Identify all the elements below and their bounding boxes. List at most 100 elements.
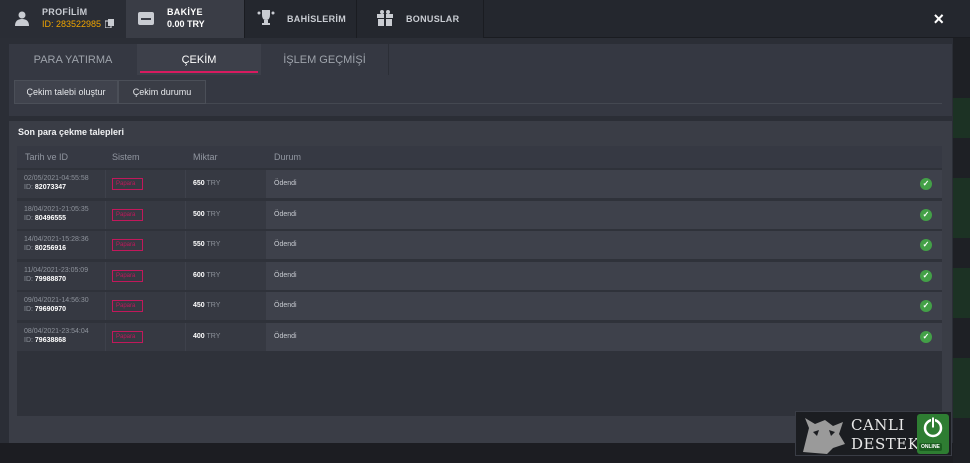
row-id-value: 80256916 [34,245,67,252]
row-currency: TRY [206,332,221,340]
balance-value: 0.00 TRY [167,19,205,29]
row-id-value: 79690970 [34,306,67,313]
background-strip [953,38,970,463]
row-amount: 450 TRY [193,302,220,309]
wolf-logo-icon [803,418,845,454]
section-title: Son para çekme talepleri [18,127,125,137]
row-date: 11/04/2021-23:05:09 [24,266,89,274]
gift-icon [377,10,393,26]
copy-icon[interactable] [105,19,114,28]
account-modal: PROFİLİM ID: 283522985 BAKİYE 0.00 TRY B… [0,0,970,463]
column-status: Durum [274,152,302,162]
system-badge: Papara [112,178,143,190]
row-amount: 400 TRY [193,333,220,340]
wallet-icon [138,12,154,25]
row-amount-value: 550 [193,241,205,248]
close-icon[interactable]: × [933,9,944,30]
bets-label: BAHİSLERİM [287,14,346,24]
row-currency: TRY [206,271,221,279]
system-badge: Papara [112,269,143,282]
row-amount-value: 500 [193,210,205,218]
row-id-label: ID: [24,306,33,313]
row-amount-value: 650 [193,180,205,187]
table-row: 02/05/2021-04:55:58 ID: 82073347 Papara 650… [17,170,942,198]
row-currency: TRY [206,210,221,218]
tab-withdraw[interactable]: ÇEKİM [137,44,261,75]
table-row: 18/04/2021-21:05:35 ID: 80496555 Papara 500… [17,200,942,229]
tab-deposit[interactable]: PARA YATIRMA [9,44,137,75]
table-row: 11/04/2021-23:05:09 ID: 79988870 Papara 600… [17,261,942,290]
nav-my-bets[interactable]: BAHİSLERİM [244,0,356,38]
row-id-label: ID: [24,275,33,283]
table-row: 14/04/2021-15:28:36 ID: 80256916 Papara 550… [17,231,942,259]
row-id: ID: 80496555 [24,215,66,222]
row-status: Ödendi [274,180,297,187]
profile-id: ID: 283522985 [42,19,102,29]
row-id-label: ID: [24,214,33,222]
row-id: ID: 79638868 [24,337,66,344]
check-icon: ✓ [920,178,932,190]
check-icon: ✓ [920,239,932,251]
row-id: ID: 82073347 [24,184,66,191]
row-id-label: ID: [24,184,33,191]
row-status: Ödendi [274,241,297,248]
row-amount: 600 TRY [193,272,220,279]
row-status: Ödendi [274,210,297,218]
column-amount: Miktar [193,152,218,162]
row-amount: 550 TRY [193,241,220,248]
main-tabs: PARA YATIRMA ÇEKİM İŞLEM GEÇMİŞİ [9,44,952,75]
tab-history[interactable]: İŞLEM GEÇMİŞİ [261,44,389,75]
row-amount-value: 600 [193,271,205,279]
row-status: Ödendi [274,302,297,309]
row-status: Ödendi [274,332,297,340]
user-icon [15,11,29,26]
column-system: Sistem [112,152,140,162]
profile-label: PROFİLİM [42,7,88,17]
row-id-value: 79638868 [34,336,67,344]
row-amount: 650 TRY [193,180,220,187]
live-support-widget[interactable]: CANLI DESTEK ONLINE [795,411,952,456]
row-amount-value: 400 [193,332,205,340]
check-icon: ✓ [920,300,932,312]
subtab-withdraw-status[interactable]: Çekim durumu [118,80,206,104]
table-header [17,146,942,168]
row-amount: 500 TRY [193,211,220,218]
row-id: ID: 79988870 [24,276,66,283]
check-icon: ✓ [920,208,932,221]
check-icon: ✓ [920,269,932,282]
row-date: 09/04/2021-14:56:30 [24,297,89,304]
nav-bonuses[interactable]: BONUSLAR [356,0,484,38]
sub-tabs: Çekim talebi oluştur Çekim durumu [14,80,942,104]
row-id: ID: 80256916 [24,245,66,252]
support-line2: DESTEK [851,435,920,453]
support-line1: CANLI [851,416,905,434]
row-currency: TRY [206,180,221,187]
bonus-label: BONUSLAR [406,14,460,24]
row-id-value: 82073347 [34,184,67,191]
row-date: 02/05/2021-04:55:58 [24,175,89,182]
check-icon: ✓ [920,330,932,343]
table-row: 08/04/2021-23:54:04 ID: 79638868 Papara 400… [17,322,942,351]
row-date: 14/04/2021-15:28:36 [24,236,89,243]
nav-profile[interactable]: PROFİLİM ID: 283522985 [0,0,126,38]
system-badge: Papara [112,208,143,221]
row-id-label: ID: [24,245,33,252]
nav-balance[interactable]: BAKİYE 0.00 TRY [126,0,244,38]
row-status: Ödendi [274,271,297,279]
row-id-value: 80496555 [34,214,67,222]
row-id-value: 79988870 [34,275,67,283]
row-amount-value: 450 [193,302,205,309]
row-id: ID: 79690970 [24,306,66,313]
table-row: 09/04/2021-14:56:30 ID: 79690970 Papara 450… [17,292,942,320]
online-badge: ONLINE [919,443,942,451]
column-date-id: Tarih ve ID [25,152,69,162]
system-badge: Papara [112,330,143,343]
row-date: 18/04/2021-21:05:35 [24,205,89,213]
subtab-create-request[interactable]: Çekim talebi oluştur [14,80,118,104]
top-navigation: PROFİLİM ID: 283522985 BAKİYE 0.00 TRY B… [0,0,970,38]
trophy-icon [257,10,275,25]
row-date: 08/04/2021-23:54:04 [24,327,89,335]
system-badge: Papara [112,300,143,312]
balance-label: BAKİYE [167,7,203,17]
row-currency: TRY [206,302,221,309]
